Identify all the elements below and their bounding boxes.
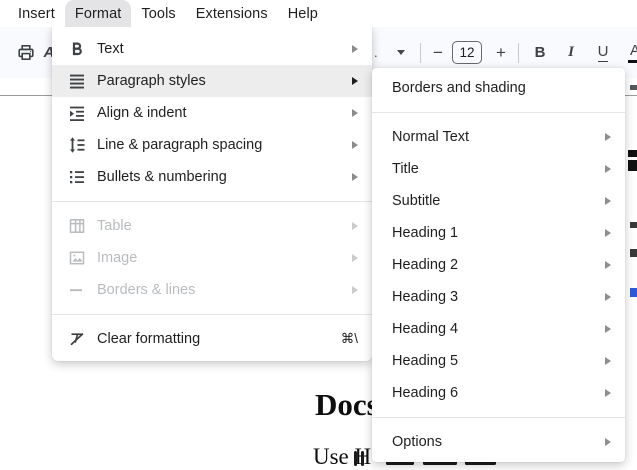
line-spacing-icon xyxy=(68,136,86,154)
clear-formatting-icon xyxy=(68,330,86,348)
format-menu-dropdown: Text Paragraph styles Align & indent xyxy=(52,27,372,361)
menu-divider xyxy=(52,314,372,315)
document-text-fragment xyxy=(630,288,637,297)
submenu-arrow-icon xyxy=(605,357,611,365)
submenu-arrow-icon xyxy=(605,389,611,397)
toolbar-separator xyxy=(518,43,519,63)
menu-item-table: Table xyxy=(52,210,372,242)
paragraph-styles-icon xyxy=(68,72,86,90)
submenu-arrow-icon xyxy=(352,173,358,181)
menu-item-borders-lines: Borders & lines xyxy=(52,274,372,306)
submenu-arrow-icon xyxy=(605,438,611,446)
menu-item-label: Image xyxy=(97,250,352,266)
submenu-arrow-icon xyxy=(352,141,358,149)
bold-icon xyxy=(68,40,86,58)
menu-divider xyxy=(52,201,372,202)
submenu-arrow-icon xyxy=(605,229,611,237)
menu-item-label: Heading 6 xyxy=(392,385,605,401)
submenu-item-heading-4[interactable]: Heading 4 xyxy=(372,313,625,345)
menu-item-label: Heading 1 xyxy=(392,225,605,241)
menu-item-line-paragraph-spacing[interactable]: Line & paragraph spacing xyxy=(52,129,372,161)
print-icon xyxy=(16,43,36,63)
submenu-arrow-icon xyxy=(352,286,358,294)
menu-item-label: Line & paragraph spacing xyxy=(97,137,352,153)
menu-tools[interactable]: Tools xyxy=(131,0,185,27)
document-text-fragment xyxy=(354,451,357,466)
menu-item-image: Image xyxy=(52,242,372,274)
text-color-label: A xyxy=(630,42,637,59)
menu-item-label: Title xyxy=(392,161,605,177)
borders-lines-icon xyxy=(68,281,86,299)
menu-help[interactable]: Help xyxy=(278,0,328,27)
menu-item-label: Table xyxy=(97,218,352,234)
document-text-fragment xyxy=(630,249,637,257)
font-size-input[interactable]: 12 xyxy=(452,41,482,64)
align-indent-icon xyxy=(68,104,86,122)
menu-item-label: Subtitle xyxy=(392,193,605,209)
submenu-item-heading-6[interactable]: Heading 6 xyxy=(372,377,625,409)
menu-item-label: Heading 3 xyxy=(392,289,605,305)
menu-item-align-indent[interactable]: Align & indent xyxy=(52,97,372,129)
menu-item-label: Text xyxy=(97,41,352,57)
document-title-text: Docs xyxy=(315,387,379,423)
document-text-fragment xyxy=(630,222,637,228)
submenu-item-title[interactable]: Title xyxy=(372,153,625,185)
submenu-arrow-icon xyxy=(605,325,611,333)
submenu-arrow-icon xyxy=(352,254,358,262)
submenu-arrow-icon xyxy=(605,197,611,205)
table-icon xyxy=(68,217,86,235)
submenu-arrow-icon xyxy=(352,222,358,230)
submenu-item-borders-and-shading[interactable]: Borders and shading xyxy=(372,72,625,104)
image-icon xyxy=(68,249,86,267)
toolbar-separator xyxy=(420,43,421,63)
menu-item-clear-formatting[interactable]: Clear formatting ⌘\ xyxy=(52,323,372,355)
menu-item-text[interactable]: Text xyxy=(52,33,372,65)
paragraph-styles-submenu: Borders and shading Normal Text Title Su… xyxy=(372,68,625,462)
text-color-button[interactable]: A xyxy=(625,27,637,78)
document-text-fragment xyxy=(361,451,364,466)
submenu-item-normal-text[interactable]: Normal Text xyxy=(372,121,625,153)
submenu-arrow-icon xyxy=(605,133,611,141)
menu-item-label: Options xyxy=(392,434,605,450)
menu-item-label: Paragraph styles xyxy=(97,73,352,89)
submenu-arrow-icon xyxy=(352,45,358,53)
submenu-item-heading-5[interactable]: Heading 5 xyxy=(372,345,625,377)
menu-item-label: Heading 4 xyxy=(392,321,605,337)
underline-label: U xyxy=(598,43,609,62)
text-color-swatch xyxy=(628,60,637,64)
submenu-arrow-icon xyxy=(352,77,358,85)
keyboard-shortcut: ⌘\ xyxy=(341,331,358,347)
menu-format[interactable]: Format xyxy=(65,0,132,27)
menu-item-label: Heading 5 xyxy=(392,353,605,369)
menu-divider xyxy=(372,417,625,418)
document-text-fragment xyxy=(628,160,637,171)
submenu-arrow-icon xyxy=(605,261,611,269)
menu-item-label: Bullets & numbering xyxy=(97,169,352,185)
submenu-item-subtitle[interactable]: Subtitle xyxy=(372,185,625,217)
print-button[interactable] xyxy=(14,27,38,78)
submenu-arrow-icon xyxy=(352,109,358,117)
menu-item-bullets-numbering[interactable]: Bullets & numbering xyxy=(52,161,372,193)
menu-item-label: Borders & lines xyxy=(97,282,352,298)
submenu-item-heading-1[interactable]: Heading 1 xyxy=(372,217,625,249)
menu-item-paragraph-styles[interactable]: Paragraph styles xyxy=(52,65,372,97)
chevron-down-icon xyxy=(397,50,405,55)
ruler-indent-marker xyxy=(630,85,637,90)
submenu-item-options[interactable]: Options xyxy=(372,426,625,458)
submenu-arrow-icon xyxy=(605,293,611,301)
document-text-fragment xyxy=(628,150,637,157)
menu-item-label: Align & indent xyxy=(97,105,352,121)
menu-insert[interactable]: Insert xyxy=(8,0,65,27)
menu-item-label: Heading 2 xyxy=(392,257,605,273)
submenu-arrow-icon xyxy=(605,165,611,173)
submenu-item-heading-2[interactable]: Heading 2 xyxy=(372,249,625,281)
menubar: Insert Format Tools Extensions Help xyxy=(0,0,637,27)
submenu-item-heading-3[interactable]: Heading 3 xyxy=(372,281,625,313)
menu-item-label: Normal Text xyxy=(392,129,605,145)
bullets-numbering-icon xyxy=(68,168,86,186)
menu-divider xyxy=(372,112,625,113)
menu-extensions[interactable]: Extensions xyxy=(186,0,278,27)
menu-item-label: Clear formatting xyxy=(97,331,329,347)
menu-item-label: Borders and shading xyxy=(392,80,611,96)
